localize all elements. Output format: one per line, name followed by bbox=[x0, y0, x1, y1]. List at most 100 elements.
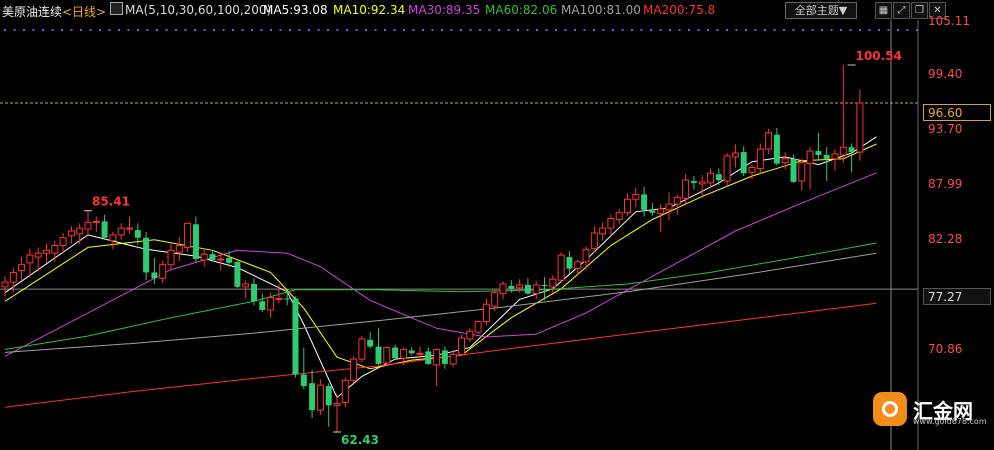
top-dot bbox=[602, 29, 605, 31]
candle-body bbox=[275, 297, 283, 300]
top-dot bbox=[726, 29, 728, 31]
candle-body bbox=[715, 174, 722, 180]
top-dot bbox=[317, 29, 320, 31]
extreme-label: 100.54 bbox=[856, 49, 902, 63]
top-dot bbox=[754, 29, 757, 31]
candle-body bbox=[615, 212, 623, 220]
top-dot bbox=[469, 29, 472, 31]
y-tick-label: 70.86 bbox=[928, 342, 963, 356]
top-dot bbox=[507, 29, 510, 31]
logo-url: www.gold678.com bbox=[913, 417, 987, 426]
top-dot bbox=[270, 29, 272, 31]
candle-body bbox=[300, 374, 307, 387]
candle-body bbox=[590, 232, 598, 249]
top-dot bbox=[792, 29, 795, 31]
candle-body bbox=[707, 172, 714, 184]
candle-body bbox=[117, 227, 125, 236]
candle-body bbox=[51, 244, 59, 254]
top-dot bbox=[830, 29, 833, 31]
candle-body bbox=[251, 283, 257, 302]
top-dot bbox=[659, 29, 662, 31]
ma10-line bbox=[4, 143, 877, 370]
candle-body bbox=[532, 284, 540, 295]
candle-body bbox=[449, 353, 457, 365]
candle-body bbox=[673, 196, 681, 205]
top-dot bbox=[678, 29, 681, 31]
top-dot bbox=[536, 29, 538, 31]
candle-body bbox=[350, 358, 358, 381]
top-dot bbox=[821, 29, 823, 31]
top-dot bbox=[241, 29, 244, 31]
candle-body bbox=[234, 261, 241, 287]
top-dot bbox=[251, 29, 253, 31]
candle-body bbox=[848, 147, 855, 153]
candle-body bbox=[765, 132, 773, 150]
top-dot bbox=[650, 29, 652, 31]
candle-body bbox=[59, 237, 67, 246]
candle-body bbox=[599, 227, 607, 235]
candle-body bbox=[383, 347, 391, 364]
top-dot bbox=[859, 29, 861, 31]
top-dot bbox=[213, 29, 215, 31]
candle-body bbox=[491, 292, 499, 307]
y-tick-label: 87.99 bbox=[928, 177, 963, 191]
top-dot bbox=[89, 29, 92, 31]
top-dot bbox=[802, 29, 804, 31]
top-dot bbox=[203, 29, 206, 31]
candle-body bbox=[217, 258, 225, 261]
candlestick-chart[interactable]: 85.41 62.43 100.54 bbox=[0, 0, 994, 450]
candle-body bbox=[641, 194, 648, 210]
top-dot bbox=[897, 29, 899, 31]
top-dot bbox=[849, 29, 852, 31]
top-dot bbox=[621, 29, 624, 31]
top-dot bbox=[194, 29, 196, 31]
candle-body bbox=[92, 220, 100, 223]
logo-icon bbox=[873, 392, 907, 426]
candle-body bbox=[582, 248, 590, 263]
candle-body bbox=[101, 221, 108, 238]
candle-body bbox=[175, 244, 183, 253]
candle-body bbox=[574, 261, 582, 270]
candle-body bbox=[267, 296, 275, 311]
top-dot bbox=[118, 29, 120, 31]
candle-body bbox=[358, 338, 366, 360]
top-dot bbox=[669, 29, 671, 31]
candle-body bbox=[200, 253, 208, 261]
candle-body bbox=[541, 284, 548, 286]
ma200-line bbox=[4, 302, 877, 408]
top-dot bbox=[583, 29, 586, 31]
top-dot bbox=[545, 29, 548, 31]
candle-body bbox=[284, 298, 291, 300]
candle-body bbox=[109, 234, 117, 242]
top-dot bbox=[308, 29, 310, 31]
top-dot bbox=[298, 29, 301, 31]
top-dot bbox=[222, 29, 225, 31]
candle-body bbox=[34, 252, 42, 258]
candle-body bbox=[84, 221, 92, 230]
top-dot bbox=[403, 29, 405, 31]
ma30-line bbox=[4, 172, 877, 357]
top-dot bbox=[612, 29, 614, 31]
candle-body bbox=[375, 346, 382, 364]
top-dot bbox=[127, 29, 130, 31]
top-dot bbox=[631, 29, 633, 31]
top-dot bbox=[878, 29, 880, 31]
y-tick-label: 105.11 bbox=[928, 14, 970, 28]
top-dot bbox=[450, 29, 453, 31]
candle-body bbox=[839, 146, 847, 156]
top-dot bbox=[165, 29, 168, 31]
candle-body bbox=[325, 386, 332, 406]
top-dot bbox=[13, 29, 16, 31]
top-dot bbox=[783, 29, 785, 31]
top-dot bbox=[384, 29, 386, 31]
y-tick-label: 99.40 bbox=[928, 67, 963, 81]
candle-body bbox=[649, 210, 656, 213]
candle-body bbox=[607, 218, 615, 229]
ma60-line bbox=[4, 242, 877, 350]
candle-body bbox=[333, 402, 341, 406]
ma5-line bbox=[4, 136, 877, 399]
y-tick-label: 93.70 bbox=[928, 122, 963, 136]
top-dot bbox=[393, 29, 396, 31]
crosshair-price-tag: 77.27 bbox=[923, 288, 991, 305]
top-dot bbox=[488, 29, 491, 31]
